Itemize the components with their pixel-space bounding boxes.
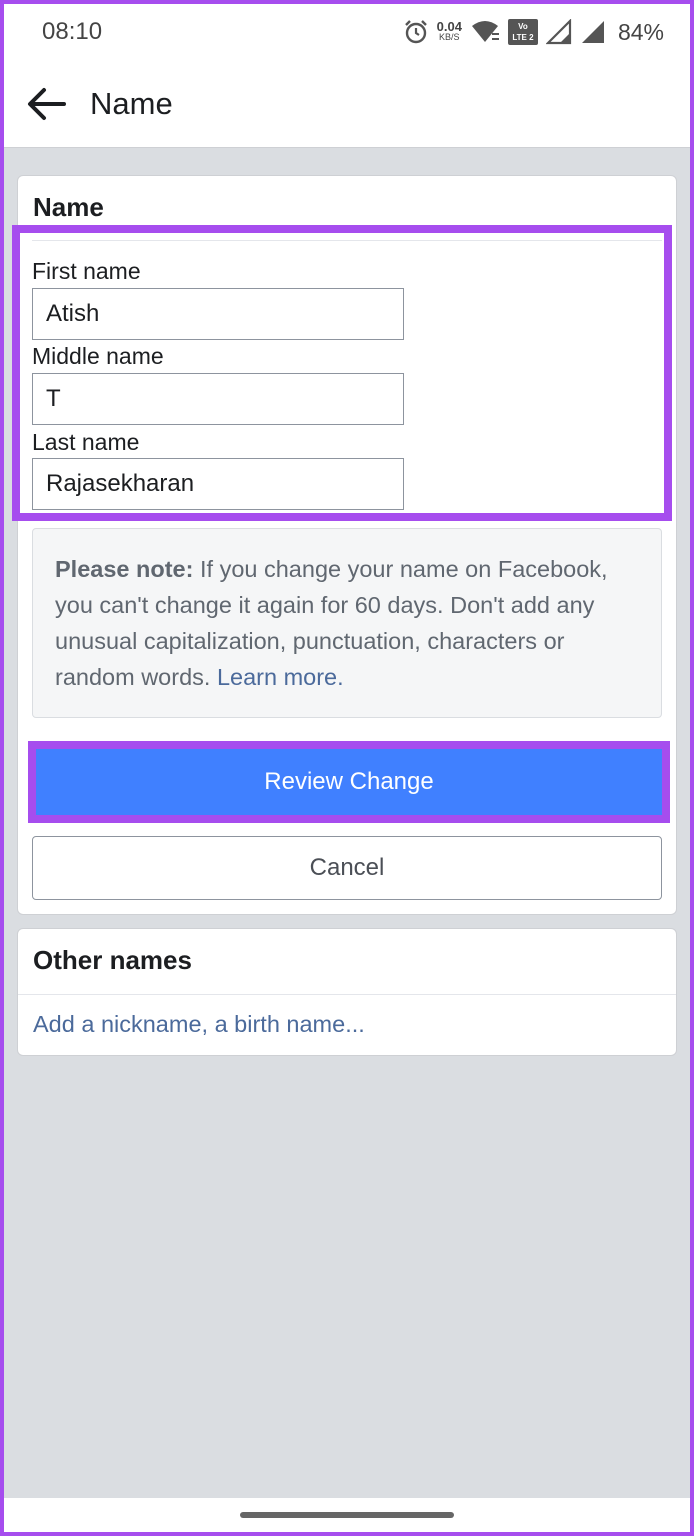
middle-name-input[interactable] (32, 373, 404, 425)
name-card-divider (32, 240, 662, 241)
battery-percent: 84% (617, 18, 664, 45)
note-end: . (337, 664, 344, 690)
back-arrow-icon (26, 87, 66, 126)
first-name-label: First name (32, 258, 141, 284)
status-icons: 0.04 KB/S Vo LTE 2 84% (403, 16, 664, 48)
alarm-icon (403, 19, 429, 45)
system-nav-bar (4, 1498, 690, 1532)
volte-top: Vo (518, 22, 528, 31)
status-bar: 08:10 0.04 KB/S Vo LTE 2 84% (4, 4, 690, 64)
learn-more-link[interactable]: Learn more (217, 664, 337, 690)
other-names-heading: Other names (33, 945, 192, 975)
status-time: 08:10 (42, 18, 103, 45)
cancel-button[interactable]: Cancel (32, 836, 662, 900)
other-names-divider (18, 994, 676, 995)
first-name-input[interactable] (32, 288, 404, 340)
last-name-input[interactable] (32, 458, 404, 510)
last-name-label: Last name (32, 429, 140, 455)
add-nickname-link[interactable]: Add a nickname, a birth name... (33, 1011, 365, 1038)
name-change-note: Please note: If you change your name on … (32, 528, 662, 718)
review-button-highlight: Review Change (28, 741, 670, 823)
volte-bottom: LTE 2 (512, 33, 534, 42)
signal-icon (545, 19, 572, 45)
net-speed: 0.04 KB/S (436, 19, 462, 43)
app-header: Name (4, 64, 690, 148)
net-speed-unit: KB/S (439, 32, 460, 42)
other-names-card: Other names Add a nickname, a birth name… (17, 928, 677, 1056)
back-button[interactable] (22, 84, 70, 128)
note-bold: Please note: (55, 556, 194, 582)
home-gesture-bar[interactable] (240, 1512, 454, 1518)
net-speed-value: 0.04 (436, 19, 462, 34)
volte-badge: Vo LTE 2 (507, 19, 538, 45)
middle-name-label: Middle name (32, 343, 164, 369)
review-change-button[interactable]: Review Change (36, 749, 662, 815)
page-title: Name (90, 86, 173, 121)
screen: 08:10 0.04 KB/S Vo LTE 2 84% Name Name F… (4, 4, 690, 1532)
wifi-icon (470, 20, 500, 44)
signal-icon-2 (580, 19, 606, 45)
name-card-heading: Name (33, 192, 104, 222)
